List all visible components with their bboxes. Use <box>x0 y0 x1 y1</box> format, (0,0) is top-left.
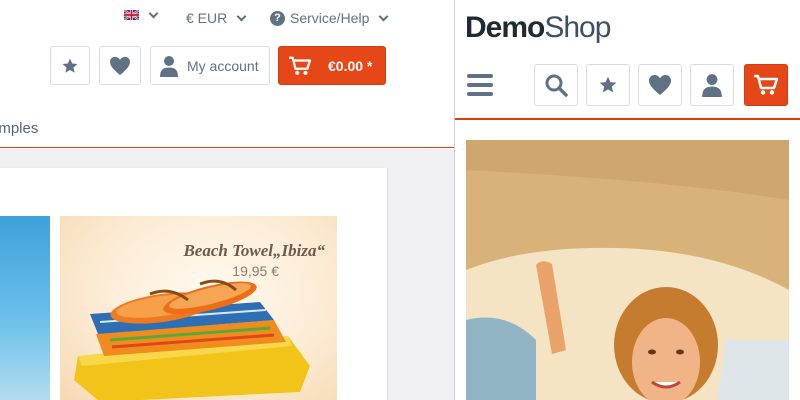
service-help-label: Service/Help <box>290 10 370 26</box>
wishlist-button[interactable] <box>99 46 141 85</box>
cart-button-mobile[interactable] <box>744 64 788 106</box>
menu-icon-bar <box>467 92 493 96</box>
cart-button[interactable]: €0.00 * <box>278 46 386 85</box>
my-account-button[interactable]: My account <box>150 46 270 85</box>
header-divider <box>455 118 800 120</box>
wishlist-button-mobile[interactable] <box>638 64 682 106</box>
search-icon <box>545 74 568 97</box>
towel-stack-illustration <box>74 279 310 400</box>
service-help-menu[interactable]: ? Service/Help <box>270 10 389 26</box>
chevron-down-icon <box>378 11 389 21</box>
desktop-view: € EUR ? Service/Help My account €0.00 * … <box>0 0 454 400</box>
heart-icon <box>649 75 671 95</box>
hero-image-surfer[interactable] <box>466 140 789 400</box>
menu-icon-bar <box>467 83 493 87</box>
main-navigation: amples <box>0 118 454 148</box>
logo-part-shop: Shop <box>544 11 611 44</box>
cart-icon <box>289 56 312 75</box>
shop-logo[interactable]: DemoShop <box>465 11 611 45</box>
uk-flag-icon <box>124 10 139 20</box>
account-icon <box>702 74 722 97</box>
chevron-down-icon <box>236 11 247 21</box>
language-switcher[interactable] <box>124 8 159 20</box>
heart-icon <box>110 56 130 75</box>
currency-switcher[interactable]: € EUR <box>186 10 247 26</box>
nav-link-examples[interactable]: amples <box>0 120 38 137</box>
star-icon <box>62 58 78 73</box>
account-button-mobile[interactable] <box>690 64 734 106</box>
my-account-label: My account <box>187 57 259 74</box>
surfer-photo-illustration <box>466 140 789 400</box>
logo-part-demo: Demo <box>465 11 545 44</box>
star-icon <box>599 76 617 93</box>
chevron-down-icon <box>148 8 159 18</box>
currency-label: € EUR <box>186 10 228 26</box>
search-button[interactable] <box>534 64 578 106</box>
cart-icon <box>754 74 779 95</box>
teaser-image-left[interactable] <box>0 216 50 400</box>
teaser-beach-towel[interactable]: Beach Towel„Ibiza“ 19,95 € <box>60 216 337 400</box>
menu-button[interactable] <box>467 74 493 98</box>
compare-button-mobile[interactable] <box>586 64 630 106</box>
question-icon: ? <box>270 10 285 26</box>
top-bar: € EUR ? Service/Help <box>0 0 454 36</box>
menu-icon <box>467 74 493 78</box>
mobile-view: DemoShop <box>455 0 800 400</box>
compare-button[interactable] <box>50 46 90 85</box>
cart-total: €0.00 * <box>328 57 373 74</box>
account-icon <box>160 55 178 77</box>
